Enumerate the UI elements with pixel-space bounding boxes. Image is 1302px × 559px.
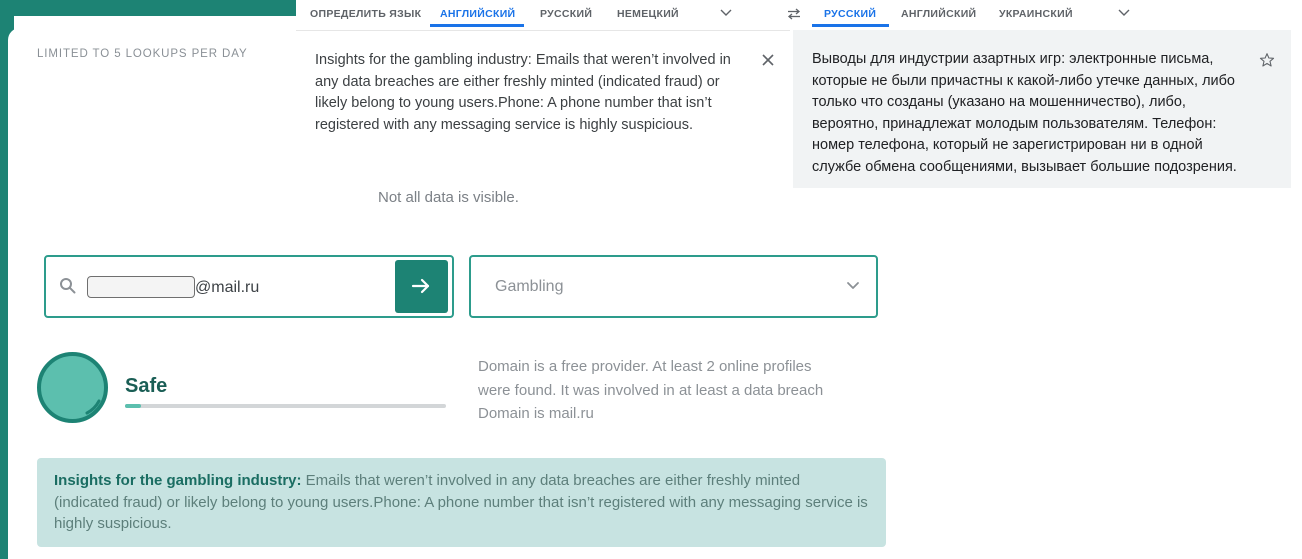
risk-progress-bar	[125, 404, 446, 408]
source-tab-german[interactable]: НЕМЕЦКИЙ	[617, 8, 679, 20]
close-icon[interactable]	[762, 54, 774, 66]
gauge-arc-icon	[85, 399, 101, 415]
translation-text: Выводы для индустрии азартных игр: элект…	[812, 51, 1237, 175]
teal-header-strip	[0, 0, 296, 16]
source-active-tab-indicator	[430, 24, 524, 27]
description-line: Domain is a free provider. At least 2 on…	[478, 358, 812, 375]
source-tab-russian[interactable]: РУССКИЙ	[540, 8, 592, 20]
screenshot: LIMITED TO 5 LOOKUPS PER DAY Not all dat…	[0, 0, 1302, 559]
source-text-area[interactable]: Insights for the gambling industry: Emai…	[296, 30, 790, 188]
source-tab-detect[interactable]: ОПРЕДЕЛИТЬ ЯЗЫК	[310, 8, 421, 20]
risk-progress-fill	[125, 404, 142, 408]
redacted-email-username	[87, 276, 195, 298]
target-tab-ukrainian[interactable]: УКРАИНСКИЙ	[999, 8, 1073, 20]
result-description: Domain is a free provider. At least 2 on…	[478, 355, 888, 426]
arrow-right-icon	[411, 278, 430, 294]
industry-insight-box: Insights for the gambling industry: Emai…	[37, 458, 886, 547]
target-tab-english[interactable]: АНГЛИЙСКИЙ	[901, 8, 976, 20]
target-tab-russian[interactable]: РУССКИЙ	[824, 8, 876, 20]
risk-score-gauge	[37, 352, 108, 423]
description-line: Domain is mail.ru	[478, 405, 594, 422]
email-domain-text: @mail.ru	[195, 279, 260, 296]
swap-languages-icon[interactable]	[786, 8, 802, 20]
search-icon	[60, 278, 76, 294]
submit-search-button[interactable]	[395, 260, 448, 313]
email-search-field[interactable]: @mail.ru	[44, 255, 454, 318]
target-active-tab-indicator	[812, 24, 889, 27]
target-languages-chevron-icon[interactable]	[1118, 9, 1130, 17]
industry-select-value: Gambling	[495, 278, 564, 295]
translator-panel: ОПРЕДЕЛИТЬ ЯЗЫК АНГЛИЙСКИЙ РУССКИЙ НЕМЕЦ…	[296, 0, 1302, 188]
star-icon[interactable]	[1259, 52, 1275, 68]
translation-output-area: Выводы для индустрии азартных игр: элект…	[793, 30, 1291, 188]
not-visible-note: Not all data is visible.	[378, 189, 519, 206]
source-tab-english[interactable]: АНГЛИЙСКИЙ	[440, 8, 515, 20]
industry-select[interactable]: Gambling	[469, 255, 878, 318]
risk-level-label: Safe	[125, 375, 168, 397]
chevron-down-icon	[847, 282, 859, 289]
lookup-limit-note: LIMITED TO 5 LOOKUPS PER DAY	[37, 48, 248, 60]
source-text[interactable]: Insights for the gambling industry: Emai…	[315, 50, 755, 136]
description-line: were found. It was involved in at least …	[478, 381, 824, 399]
source-languages-chevron-icon[interactable]	[720, 9, 732, 17]
insight-heading: Insights for the gambling industry:	[54, 472, 302, 489]
